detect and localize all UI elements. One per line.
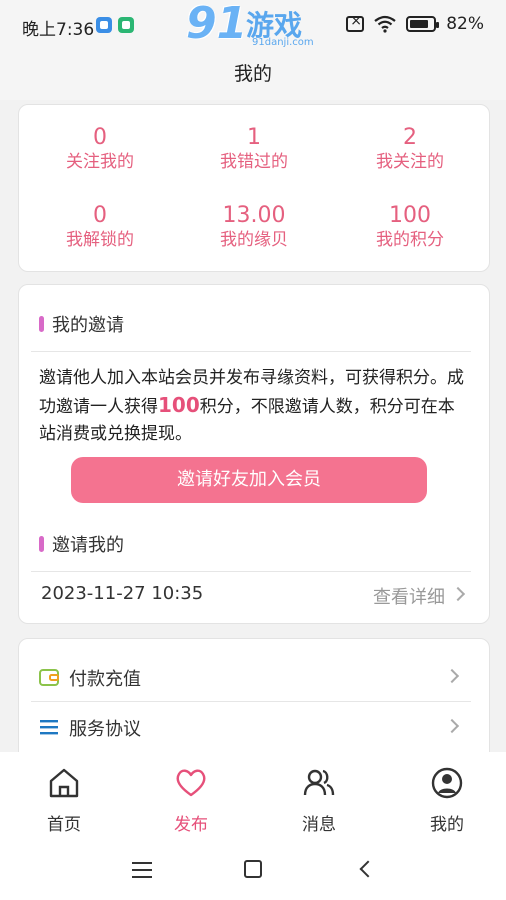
stat-label: 我的积分: [376, 230, 444, 250]
tab-publish[interactable]: 发布: [141, 766, 241, 835]
no-sim-icon: [346, 13, 365, 32]
stat-label: 关注我的: [66, 152, 134, 172]
stat-label: 我解锁的: [66, 230, 134, 250]
invite-card: 我的邀请 邀请他人加入本站会员并发布寻缘资料，可获得积分。成功邀请一人获得100…: [18, 284, 490, 624]
list-icon: [40, 720, 58, 735]
section-marker: [39, 536, 44, 552]
watermark-logo: 91 游戏 91danji.com: [186, 0, 326, 54]
invited-by-section-header: 邀请我的: [39, 531, 124, 557]
stat-followers[interactable]: 0 关注我的: [25, 125, 175, 173]
stat-value: 1: [247, 125, 261, 150]
page-title: 我的: [233, 63, 272, 85]
stat-value: 0: [93, 203, 107, 228]
status-right: 82%: [346, 13, 484, 34]
invited-by-section-title: 邀请我的: [52, 535, 124, 556]
status-notification-icons: [96, 17, 134, 33]
stat-label: 我的缘贝: [220, 230, 288, 250]
back-button[interactable]: [359, 860, 377, 878]
stat-points[interactable]: 100 我的积分: [335, 203, 485, 251]
wifi-icon: [374, 15, 396, 33]
stat-following[interactable]: 2 我关注的: [335, 125, 485, 173]
divider: [31, 351, 471, 352]
users-icon: [303, 769, 335, 796]
stats-card: 0 关注我的 1 我错过的 2 我关注的 0 我解锁的 13.00 我的缘贝 1…: [18, 104, 490, 272]
wallet-icon: [39, 669, 59, 686]
watermark-number: 91: [186, 0, 248, 49]
invite-description: 邀请他人加入本站会员并发布寻缘资料，可获得积分。成功邀请一人获得100积分，不限…: [39, 365, 469, 448]
user-icon: [431, 767, 463, 799]
invite-section-header: 我的邀请: [39, 311, 124, 337]
stat-label: 我关注的: [376, 152, 444, 172]
watermark-url: 91danji.com: [252, 37, 314, 48]
heart-icon: [176, 769, 206, 797]
battery-fill: [410, 20, 429, 28]
divider: [31, 571, 471, 572]
shield-notification-icon: [118, 17, 134, 33]
invite-friends-button[interactable]: 邀请好友加入会员: [71, 457, 427, 503]
tab-home[interactable]: 首页: [14, 766, 114, 835]
stat-value: 2: [403, 125, 417, 150]
chevron-right-icon: [444, 718, 460, 734]
invite-section-title: 我的邀请: [52, 315, 124, 336]
home-icon: [49, 768, 79, 798]
tab-label: 首页: [47, 815, 81, 835]
app-notification-icon: [96, 17, 112, 33]
stat-value: 0: [93, 125, 107, 150]
battery-percent: 82%: [446, 14, 484, 34]
chevron-right-icon: [444, 668, 460, 684]
tab-messages[interactable]: 消息: [269, 766, 369, 835]
invite-desc-highlight: 100: [158, 393, 200, 417]
stat-label: 我错过的: [220, 152, 288, 172]
stat-unlocked[interactable]: 0 我解锁的: [25, 203, 175, 251]
stat-value: 13.00: [222, 203, 286, 228]
status-time: 晚上7:36: [22, 20, 95, 40]
menu-item-recharge[interactable]: 付款充值: [19, 653, 489, 701]
view-detail-link[interactable]: 查看详细: [373, 583, 445, 609]
tab-label: 发布: [174, 815, 208, 835]
system-nav-bar: [0, 848, 506, 900]
menu-item-label: 服务协议: [69, 719, 141, 740]
menu-item-agreement[interactable]: 服务协议: [19, 703, 489, 751]
battery-icon: [406, 16, 440, 32]
bottom-tab-bar: 首页 发布 消息 我的: [0, 752, 506, 848]
tab-mine[interactable]: 我的: [397, 766, 497, 835]
stat-value: 100: [389, 203, 431, 228]
menu-item-label: 付款充值: [69, 669, 141, 690]
status-bar: 晚上7:36 91 游戏 91danji.com 82%: [0, 0, 506, 52]
main-content[interactable]: 0 关注我的 1 我错过的 2 我关注的 0 我解锁的 13.00 我的缘贝 1…: [0, 100, 506, 752]
tab-label: 消息: [302, 815, 336, 835]
invite-record-row[interactable]: 2023-11-27 10:35 查看详细: [19, 577, 489, 617]
chevron-right-icon: [450, 586, 466, 602]
home-button[interactable]: [244, 860, 262, 878]
title-bar: 我的: [0, 52, 506, 100]
invite-date: 2023-11-27 10:35: [41, 583, 204, 604]
recents-button[interactable]: [132, 862, 152, 878]
stat-coins[interactable]: 13.00 我的缘贝: [179, 203, 329, 251]
section-marker: [39, 316, 44, 332]
menu-card: 付款充值 服务协议: [18, 638, 490, 752]
divider: [31, 701, 471, 702]
stat-missed[interactable]: 1 我错过的: [179, 125, 329, 173]
tab-label: 我的: [430, 815, 464, 835]
